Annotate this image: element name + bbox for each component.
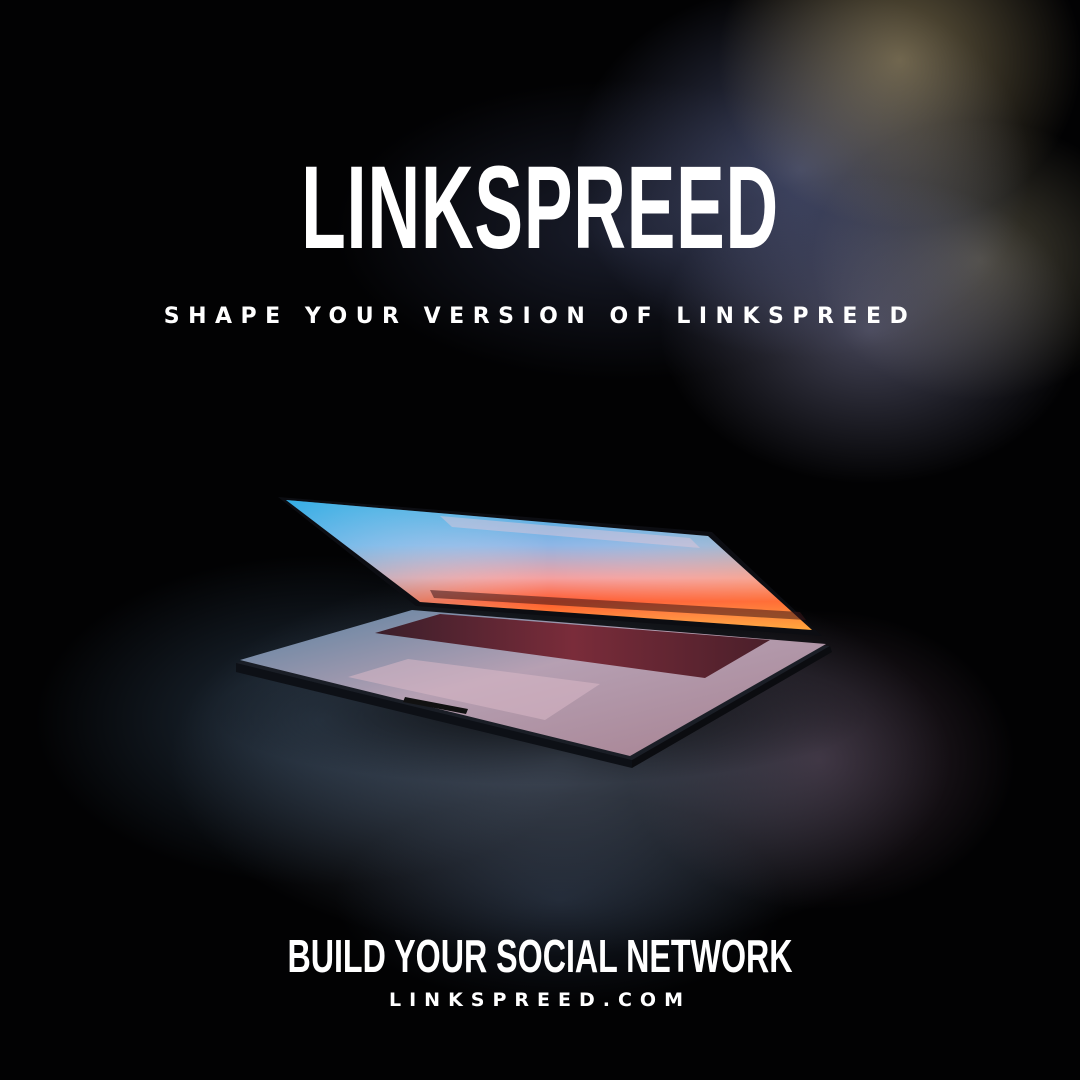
poster: LINKSPREED SHAPE YOUR VERSION OF LINKSPR… <box>0 0 1080 1080</box>
laptop-screen <box>278 497 822 636</box>
call-to-action: BUILD YOUR SOCIAL NETWORK <box>287 930 793 982</box>
tagline: SHAPE YOUR VERSION OF LINKSPREED <box>163 304 917 329</box>
page-title: LINKSPREED <box>301 142 779 274</box>
website-url: LINKSPREED.COM <box>389 989 691 1011</box>
